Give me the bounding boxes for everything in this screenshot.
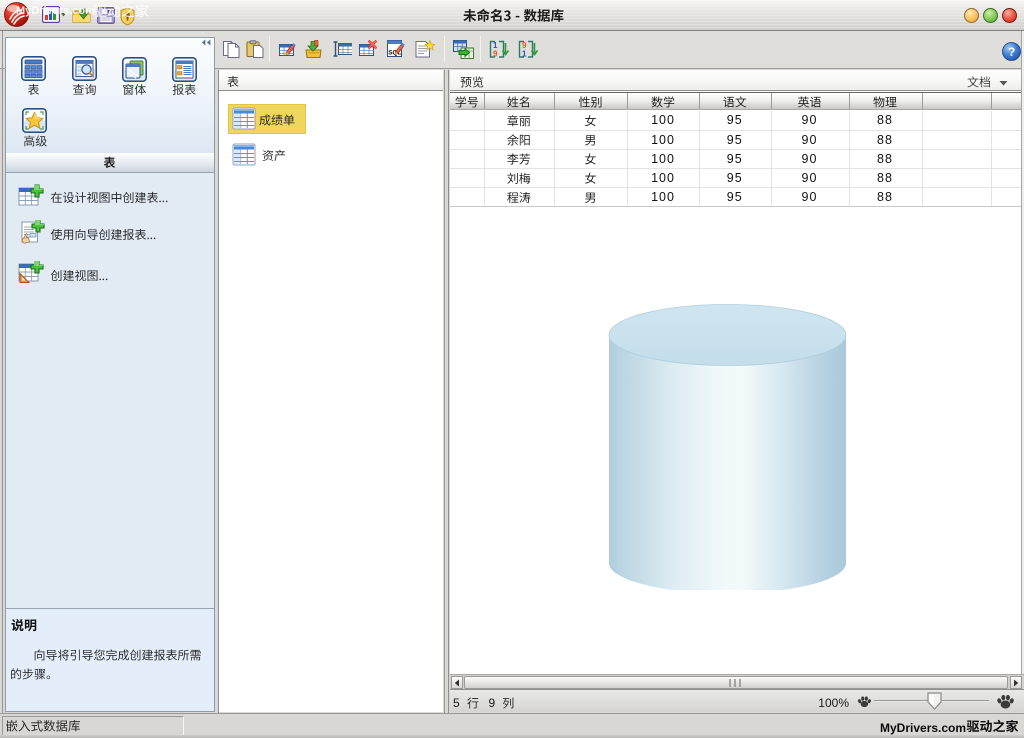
svg-text:?: ?	[1008, 45, 1015, 59]
svg-text:9: 9	[493, 50, 498, 59]
svg-text:1: 1	[522, 50, 527, 59]
